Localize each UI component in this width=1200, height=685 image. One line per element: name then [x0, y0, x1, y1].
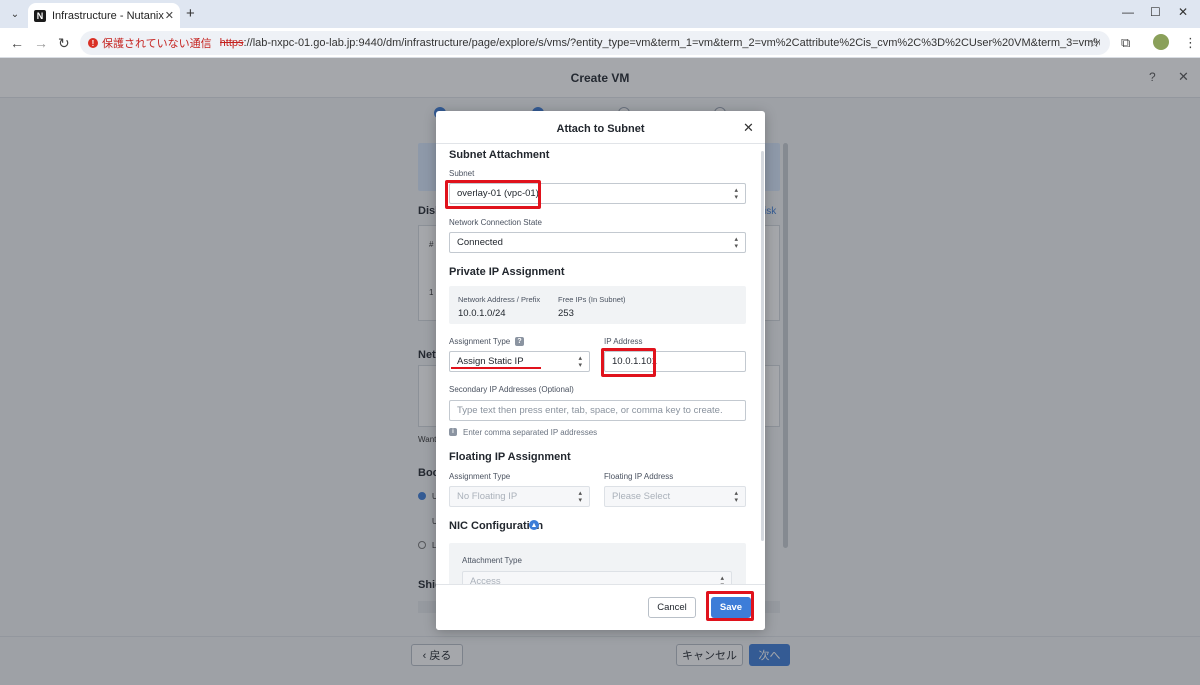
- private-ip-heading: Private IP Assignment: [449, 266, 565, 278]
- secondary-ip-placeholder: Type text then press enter, tab, space, …: [457, 405, 723, 416]
- dialog-footer: Cancel Save: [436, 584, 765, 630]
- url-bar[interactable]: ! 保護されていない通信 https://lab-nxpc-01.go-lab.…: [80, 31, 1110, 55]
- select-arrows-icon: ▴▾: [578, 354, 582, 369]
- connection-state-value: Connected: [457, 237, 503, 248]
- tab-menu-icon[interactable]: ⌄: [6, 5, 24, 23]
- url-path: ://lab-nxpc-01.go-lab.jp:9440/dm/infrast…: [243, 37, 1100, 49]
- cancel-button[interactable]: Cancel: [648, 597, 696, 618]
- extensions-icon[interactable]: ⧉: [1121, 35, 1130, 51]
- address-bar: ← → ↻ ! 保護されていない通信 https://lab-nxpc-01.g…: [0, 28, 1200, 58]
- kebab-menu-icon[interactable]: ⋮: [1184, 35, 1197, 51]
- attach-to-subnet-dialog: Attach to Subnet ✕ Subnet Attachment Sub…: [436, 111, 765, 630]
- free-ips-value: 253: [558, 308, 574, 319]
- tab-title: Infrastructure - Nutanix: [52, 9, 164, 22]
- attachment-type-select[interactable]: Access ▴▾: [462, 571, 732, 584]
- maximize-icon[interactable]: ☐: [1150, 5, 1161, 19]
- back-icon[interactable]: ←: [10, 35, 24, 51]
- subnet-value: overlay-01 (vpc-01): [457, 188, 539, 199]
- subnet-label: Subnet: [449, 169, 475, 178]
- assignment-type-select[interactable]: Assign Static IP ▴ ▾: [449, 351, 590, 372]
- attachment-type-label: Attachment Type: [462, 556, 522, 565]
- dialog-title: Attach to Subnet: [556, 123, 645, 135]
- dialog-scrollbar[interactable]: [761, 151, 764, 541]
- network-address-label: Network Address / Prefix: [458, 295, 541, 304]
- avatar[interactable]: [1153, 34, 1169, 50]
- floating-ip-address-placeholder: Please Select: [612, 491, 671, 502]
- secondary-ip-label: Secondary IP Addresses (Optional): [449, 385, 574, 394]
- select-arrows-icon: ▴▾: [578, 489, 582, 504]
- select-arrows-icon: ▴▾: [720, 574, 724, 585]
- nutanix-favicon-icon: N: [34, 9, 46, 22]
- dialog-body: Subnet Attachment Subnet overlay-01 (vpc…: [436, 144, 765, 584]
- floating-assignment-type-select[interactable]: No Floating IP ▴ ▾: [449, 486, 590, 507]
- dialog-header: Attach to Subnet ✕: [436, 111, 765, 144]
- nic-configuration-panel: Attachment Type Access ▴▾: [449, 543, 746, 584]
- browser-tab[interactable]: N Infrastructure - Nutanix ✕: [28, 3, 180, 28]
- warning-icon: !: [88, 38, 98, 48]
- close-icon[interactable]: ✕: [743, 120, 754, 136]
- assignment-type-label: Assignment Type: [449, 337, 511, 346]
- chevron-up-icon[interactable]: ▲: [529, 520, 539, 530]
- reload-icon[interactable]: ↻: [58, 35, 70, 52]
- floating-ip-address-select[interactable]: Please Select ▴ ▾: [604, 486, 746, 507]
- browser-tab-strip: ⌄ N Infrastructure - Nutanix ✕ + — ☐ ✕: [0, 0, 1200, 28]
- url-text[interactable]: https://lab-nxpc-01.go-lab.jp:9440/dm/in…: [220, 37, 1100, 49]
- connection-state-select[interactable]: Connected ▴ ▾: [449, 232, 746, 253]
- insecure-label: 保護されていない通信: [102, 38, 212, 50]
- url-scheme: https: [219, 37, 244, 49]
- select-arrows-icon: ▴▾: [734, 489, 738, 504]
- assignment-type-value: Assign Static IP: [457, 356, 524, 367]
- subnet-info-panel: Network Address / Prefix 10.0.1.0/24 Fre…: [449, 286, 746, 324]
- window-close-icon[interactable]: ✕: [1178, 5, 1188, 19]
- star-icon[interactable]: ☆: [1088, 35, 1100, 51]
- subnet-attachment-heading: Subnet Attachment: [449, 149, 550, 161]
- info-icon: i: [449, 428, 457, 436]
- ip-address-label: IP Address: [604, 337, 643, 346]
- floating-ip-address-label: Floating IP Address: [604, 472, 674, 481]
- save-button[interactable]: Save: [711, 597, 751, 618]
- security-indicator[interactable]: ! 保護されていない通信: [88, 35, 212, 51]
- free-ips-label: Free IPs (In Subnet): [558, 295, 626, 304]
- attachment-type-value: Access: [470, 576, 501, 584]
- floating-assignment-type-value: No Floating IP: [457, 491, 518, 502]
- connection-state-label: Network Connection State: [449, 218, 542, 227]
- select-arrows-icon: ▴▾: [734, 186, 738, 201]
- plus-icon[interactable]: +: [186, 5, 195, 22]
- secondary-ip-hint: Enter comma separated IP addresses: [463, 428, 598, 437]
- select-arrows-icon: ▴▾: [734, 235, 738, 250]
- forward-icon[interactable]: →: [34, 35, 48, 51]
- floating-ip-heading: Floating IP Assignment: [449, 451, 571, 463]
- ip-address-input[interactable]: 10.0.1.101: [604, 351, 746, 372]
- subnet-select[interactable]: overlay-01 (vpc-01) ▴ ▾: [449, 183, 746, 204]
- help-icon[interactable]: ?: [515, 337, 524, 346]
- secondary-ip-input[interactable]: Type text then press enter, tab, space, …: [449, 400, 746, 421]
- minimize-icon[interactable]: —: [1122, 5, 1134, 19]
- network-address-value: 10.0.1.0/24: [458, 308, 506, 319]
- close-icon[interactable]: ✕: [165, 9, 174, 22]
- floating-assignment-type-label: Assignment Type: [449, 472, 511, 481]
- ip-address-value: 10.0.1.101: [612, 356, 657, 367]
